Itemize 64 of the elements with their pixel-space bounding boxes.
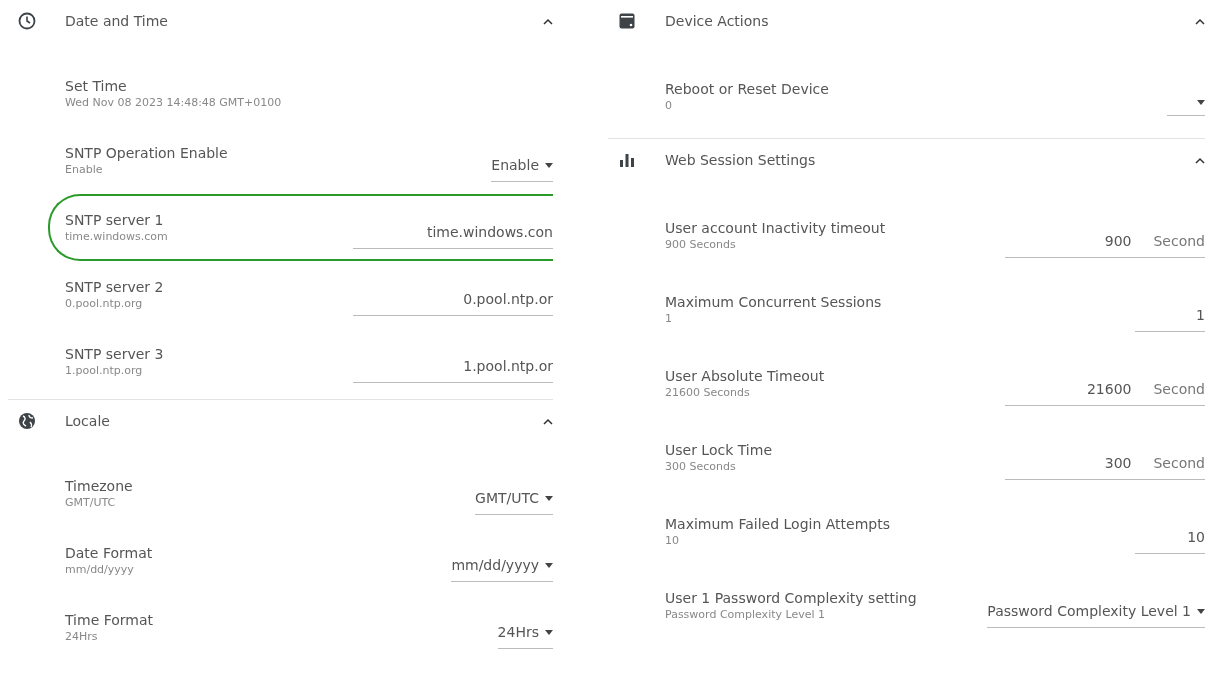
setting-value: 21600 Seconds bbox=[665, 385, 751, 401]
setting-value: Enable bbox=[65, 161, 104, 178]
chevron-up-icon[interactable] bbox=[1195, 156, 1205, 164]
setting-label: User account Inactivity timeout bbox=[665, 219, 886, 238]
dropdown-field[interactable]: GMT/UTC bbox=[475, 484, 553, 515]
section-title: Device Actions bbox=[665, 11, 769, 31]
setting-label: SNTP server 2 bbox=[65, 277, 164, 296]
input-field[interactable]: time.windows.con bbox=[353, 218, 553, 249]
input-field[interactable]: 1 bbox=[1135, 300, 1205, 332]
input-field[interactable]: 900 Second bbox=[1005, 226, 1205, 258]
device-icon bbox=[618, 12, 636, 30]
setting-value: 300 Seconds bbox=[665, 459, 737, 475]
chevron-up-icon[interactable] bbox=[543, 417, 553, 425]
setting-value: 24Hrs bbox=[65, 628, 99, 645]
caret-icon[interactable] bbox=[545, 630, 553, 635]
setting-value: Wed Nov 08 2023 14:48:48 GMT+0100 bbox=[65, 94, 282, 111]
setting-value: 0.pool.ntp.org bbox=[65, 295, 144, 312]
setting-label: User 1 Password Complexity setting bbox=[665, 589, 917, 608]
setting-label: Reboot or Reset Device bbox=[665, 80, 829, 99]
dropdown-field[interactable]: 24Hrs bbox=[497, 618, 553, 649]
chevron-up-icon[interactable] bbox=[1195, 17, 1205, 25]
setting-value: time.windows.com bbox=[65, 228, 168, 245]
setting-value: mm/dd/yyyy bbox=[65, 561, 135, 578]
setting-label: SNTP Operation Enable bbox=[65, 143, 228, 162]
caret-icon[interactable] bbox=[1197, 608, 1205, 614]
setting-label: User Lock Time bbox=[665, 441, 772, 460]
setting-label: SNTP server 3 bbox=[65, 344, 164, 363]
caret-icon[interactable] bbox=[1197, 99, 1205, 105]
input-field[interactable]: 1.pool.ntp.or bbox=[353, 352, 553, 383]
setting-value: 1.pool.ntp.org bbox=[65, 362, 144, 379]
setting-label: Maximum Failed Login Attempts bbox=[665, 515, 890, 534]
setting-label: Time Format bbox=[65, 610, 154, 629]
setting-value: 0 bbox=[665, 98, 673, 114]
input-field[interactable]: 0.pool.ntp.or bbox=[353, 285, 553, 316]
caret-icon[interactable] bbox=[545, 563, 553, 568]
dropdown-field[interactable]: Enable bbox=[491, 151, 553, 182]
unit-label: Second bbox=[1153, 231, 1205, 251]
setting-label: Date Format bbox=[65, 543, 153, 562]
unit-label: Second bbox=[1153, 453, 1205, 473]
section-title: Web Session Settings bbox=[665, 150, 816, 170]
chevron-up-icon[interactable] bbox=[543, 17, 553, 25]
input-field[interactable]: 300 Second bbox=[1005, 448, 1205, 480]
setting-value: GMT/UTC bbox=[65, 494, 117, 511]
dropdown-field[interactable]: mm/dd/yyyy bbox=[451, 551, 553, 582]
setting-value: 10 bbox=[665, 533, 680, 549]
setting-value: 900 Seconds bbox=[665, 237, 737, 253]
setting-label: Timezone bbox=[65, 476, 133, 495]
dropdown-field[interactable]: Password Complexity Level 1 bbox=[987, 596, 1205, 628]
caret-icon[interactable] bbox=[545, 163, 553, 168]
bar-chart-icon bbox=[618, 151, 636, 169]
setting-label: Set Time bbox=[65, 76, 128, 95]
unit-label: Second bbox=[1153, 379, 1205, 399]
setting-value: Password Complexity Level 1 bbox=[665, 607, 827, 623]
setting-label: SNTP server 1 bbox=[65, 210, 165, 229]
section-title: Date and Time bbox=[65, 11, 168, 31]
input-field[interactable]: 10 bbox=[1135, 522, 1205, 554]
caret-icon[interactable] bbox=[545, 496, 553, 501]
section-title: Locale bbox=[65, 411, 110, 431]
setting-value: 1 bbox=[665, 311, 673, 327]
input-field[interactable]: 21600 Second bbox=[1005, 374, 1205, 406]
globe-icon bbox=[18, 412, 36, 430]
clock-icon bbox=[18, 12, 36, 30]
setting-label: Maximum Concurrent Sessions bbox=[665, 293, 882, 312]
setting-label: User Absolute Timeout bbox=[665, 367, 825, 386]
